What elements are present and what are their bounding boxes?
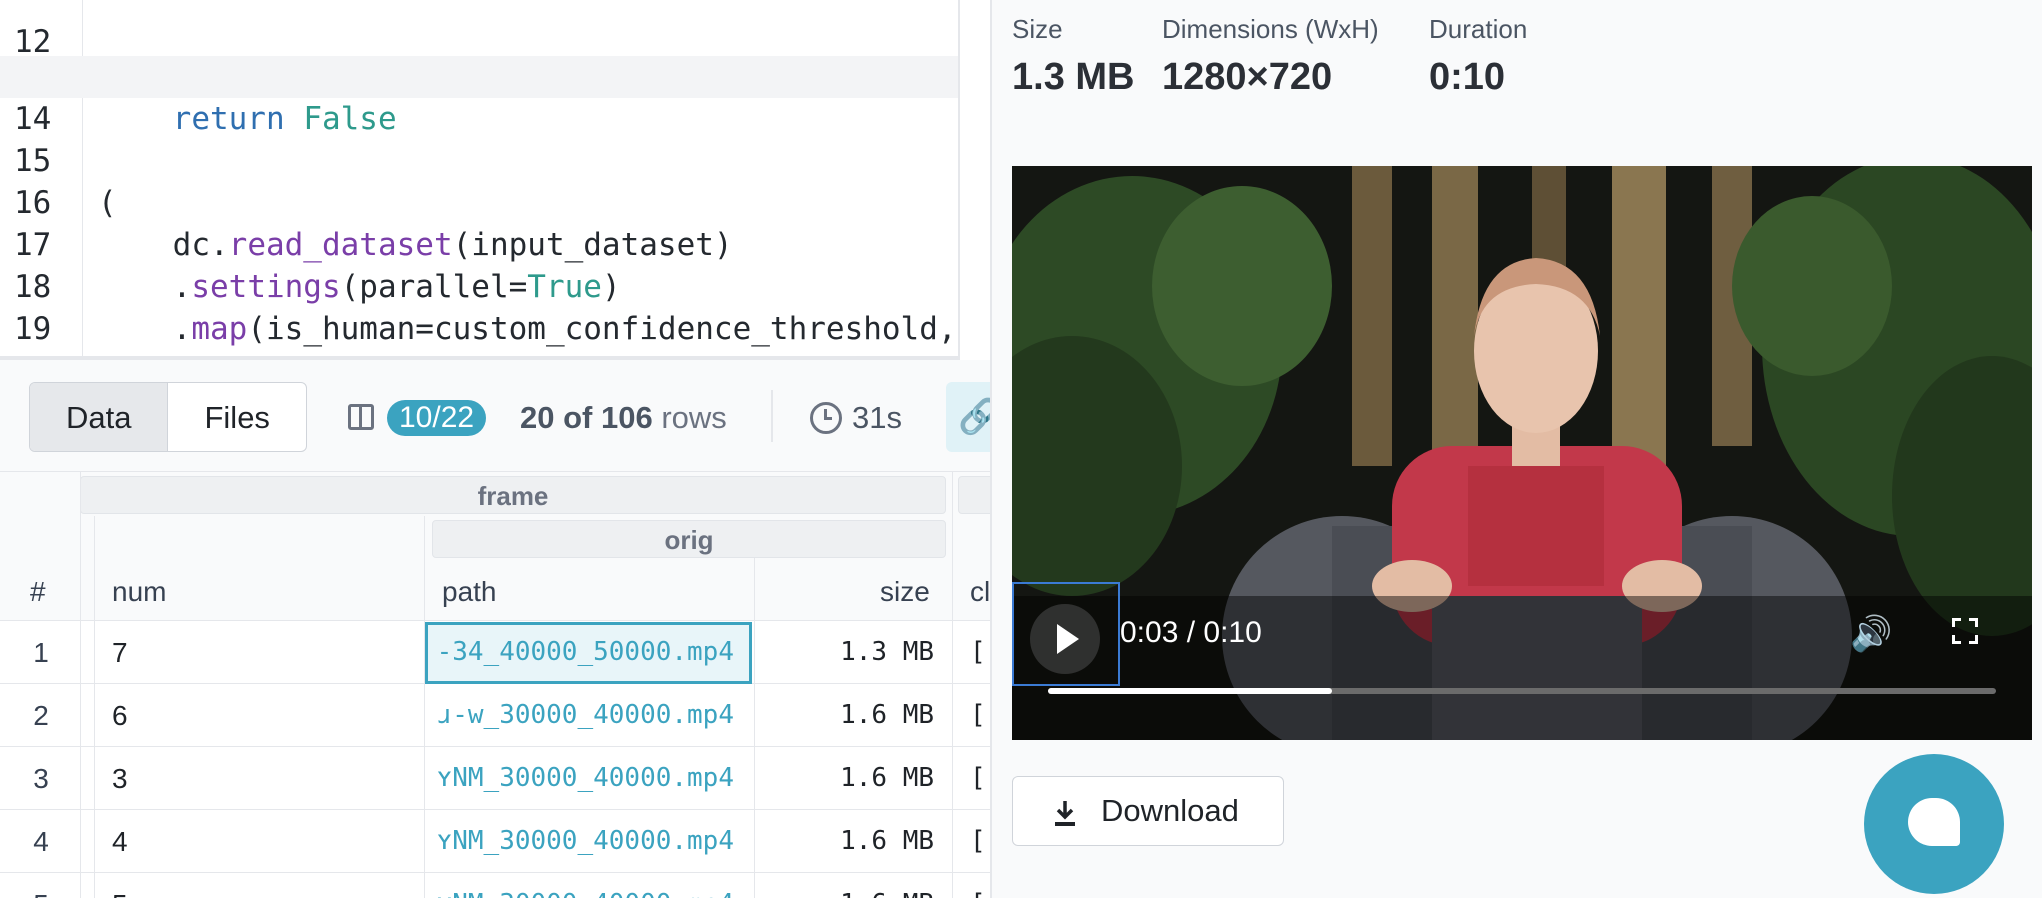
- cell-path-link[interactable]: ʏNM_30000_40000.mp4: [428, 810, 734, 873]
- results-toolbar: Data Files 10/22 20 of 106 rows 31s 🔗: [0, 360, 1006, 472]
- column-header-cl[interactable]: cl: [970, 564, 990, 620]
- play-button-focus[interactable]: [1012, 582, 1120, 686]
- cell-size[interactable]: 1.6 MB: [760, 810, 934, 873]
- row-index: 1: [33, 637, 49, 668]
- columns-icon[interactable]: [348, 404, 374, 430]
- duration-value: 0:10: [1429, 56, 1506, 98]
- columns-count-badge[interactable]: 10/22: [387, 400, 487, 436]
- cell-num[interactable]: 7: [112, 621, 412, 684]
- column-header-index: #: [30, 576, 46, 607]
- cell-cl[interactable]: [(: [970, 747, 990, 810]
- cell-size[interactable]: 1.6 MB: [760, 684, 934, 747]
- volume-icon[interactable]: 🔊: [1850, 614, 1892, 654]
- code-line[interactable]: 17 .settings(parallel=True): [0, 182, 960, 305]
- rows-summary: 20 of 106 rows: [520, 398, 727, 438]
- view-toggle: Data Files: [29, 382, 307, 452]
- cell-cl[interactable]: [(: [970, 684, 990, 747]
- column-divider: [94, 516, 95, 898]
- cell-size[interactable]: 1.3 MB: [760, 621, 934, 684]
- chat-bubble-icon[interactable]: [1864, 754, 2004, 894]
- column-group-next: [958, 476, 990, 514]
- cell-num[interactable]: 4: [112, 810, 412, 873]
- column-group-orig[interactable]: orig: [432, 520, 946, 558]
- cell-num[interactable]: 5: [112, 873, 412, 898]
- dimensions-label: Dimensions (WxH): [1162, 14, 1379, 44]
- file-preview-panel: Size 1.3 MB Dimensions (WxH) 1280×720 Du…: [990, 0, 2042, 898]
- video-progress-bar[interactable]: [1048, 688, 1996, 694]
- toolbar-divider: [771, 390, 773, 442]
- cell-path-link[interactable]: ʏNM_30000_40000.mp4: [428, 873, 734, 898]
- cell-cl[interactable]: [(: [970, 810, 990, 873]
- cell-size[interactable]: 1.6 MB: [760, 747, 934, 810]
- cell-size[interactable]: 1.6 MB: [760, 873, 934, 898]
- query-duration: 31s: [852, 400, 902, 435]
- column-divider: [424, 516, 425, 898]
- size-label: Size: [1012, 14, 1063, 44]
- fullscreen-icon[interactable]: [1952, 618, 1978, 644]
- cell-path-link[interactable]: ʏNM_30000_40000.mp4: [428, 747, 734, 810]
- column-divider: [754, 558, 755, 898]
- code-line[interactable]: 18 .map(is_human=custom_confidence_thres…: [0, 224, 960, 347]
- code-editor[interactable]: 12 return True 13 return False 14 15 ( 1…: [0, 0, 960, 358]
- rows-suffix: rows: [652, 400, 727, 435]
- tab-files[interactable]: Files: [168, 383, 305, 451]
- code-line[interactable]: 15 (: [0, 98, 960, 221]
- data-table: frame orig # num path size cl 1 7 -34_40…: [0, 472, 990, 898]
- download-icon: [1055, 801, 1075, 826]
- cell-path-link[interactable]: -34_40000_50000.mp4: [428, 621, 734, 684]
- video-player[interactable]: 0:03 / 0:10 🔊: [1012, 166, 2032, 740]
- column-header-num[interactable]: num: [112, 564, 166, 620]
- code-line[interactable]: 16 dc.read_dataset(input_dataset): [0, 140, 960, 263]
- row-index: 2: [33, 700, 49, 731]
- code-line[interactable]: 19 .filter(dc.C("is_human")): [0, 266, 960, 358]
- rows-count: 20 of 106: [520, 400, 653, 435]
- download-button[interactable]: Download: [1012, 776, 1284, 846]
- code-line[interactable]: 13 return False: [0, 14, 960, 137]
- cell-path-link[interactable]: ɹ-w_30000_40000.mp4: [428, 684, 734, 747]
- play-icon[interactable]: [1030, 604, 1100, 674]
- column-header-path[interactable]: path: [442, 564, 497, 620]
- size-value: 1.3 MB: [1012, 56, 1135, 98]
- cell-cl[interactable]: [(: [970, 873, 990, 898]
- tab-data[interactable]: Data: [30, 383, 169, 451]
- clock-icon: [810, 402, 842, 434]
- column-divider: [952, 472, 953, 898]
- video-progress-fill: [1048, 688, 1333, 694]
- code-line-active[interactable]: 14: [0, 56, 960, 137]
- code-line[interactable]: 20 .save(confident_human_dataset): [0, 308, 960, 358]
- video-time: 0:03 / 0:10: [1120, 616, 1262, 649]
- cell-num[interactable]: 3: [112, 747, 412, 810]
- row-index: 3: [33, 763, 49, 794]
- row-index: 5: [0, 873, 82, 898]
- cell-cl[interactable]: [(: [970, 621, 990, 684]
- dimensions-value: 1280×720: [1162, 56, 1333, 98]
- download-label: Download: [1101, 793, 1239, 828]
- column-group-frame[interactable]: frame: [80, 476, 946, 514]
- column-header-size[interactable]: size: [880, 564, 930, 620]
- editor-scrollbar[interactable]: [958, 0, 960, 358]
- duration-label: Duration: [1429, 14, 1528, 44]
- row-index: 4: [33, 826, 49, 857]
- cell-num[interactable]: 6: [112, 684, 412, 747]
